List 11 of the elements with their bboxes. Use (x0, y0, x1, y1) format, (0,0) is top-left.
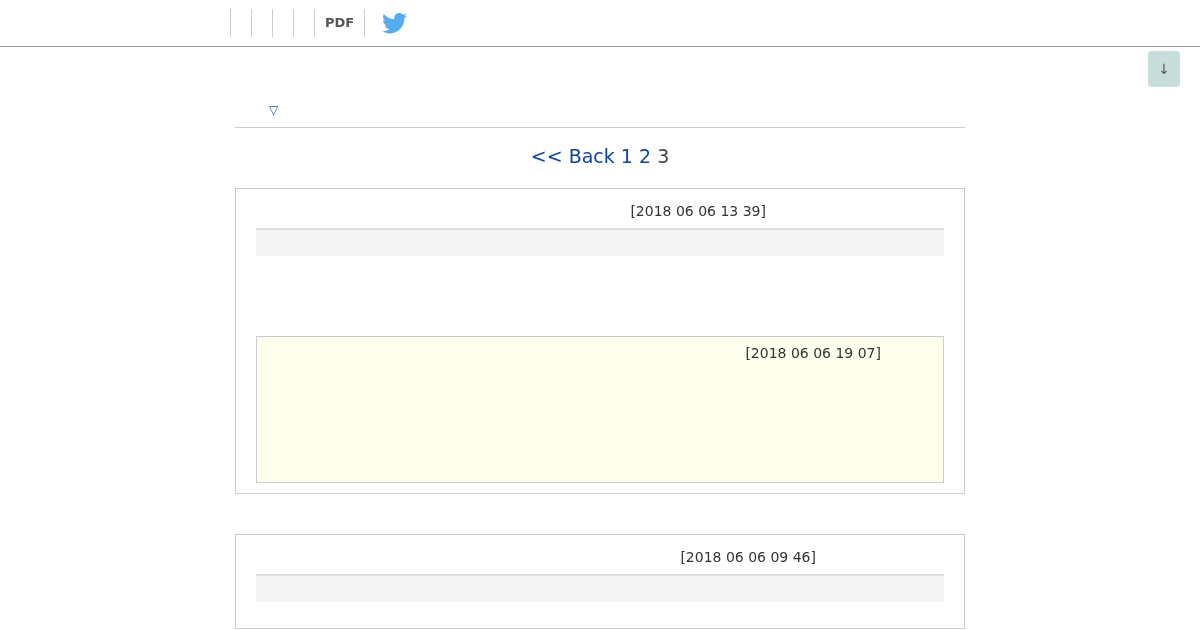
reply-date: [2018 06 06 19 07] (745, 345, 881, 361)
toggle-triangle[interactable]: ▽ (269, 103, 279, 117)
page-link[interactable]: 1 (620, 145, 633, 167)
page-link[interactable]: 2 (639, 145, 652, 167)
post-date: [2018 06 06 13 39] (630, 203, 766, 219)
page-link[interactable]: << Back (530, 145, 615, 167)
current-page: 3 (657, 145, 670, 167)
scroll-down-button[interactable]: ↓ (1148, 51, 1180, 87)
pdf-link[interactable]: PDF (325, 9, 366, 37)
bird-icon[interactable] (382, 12, 408, 34)
post-date: [2018 06 06 09 46] (680, 549, 816, 565)
